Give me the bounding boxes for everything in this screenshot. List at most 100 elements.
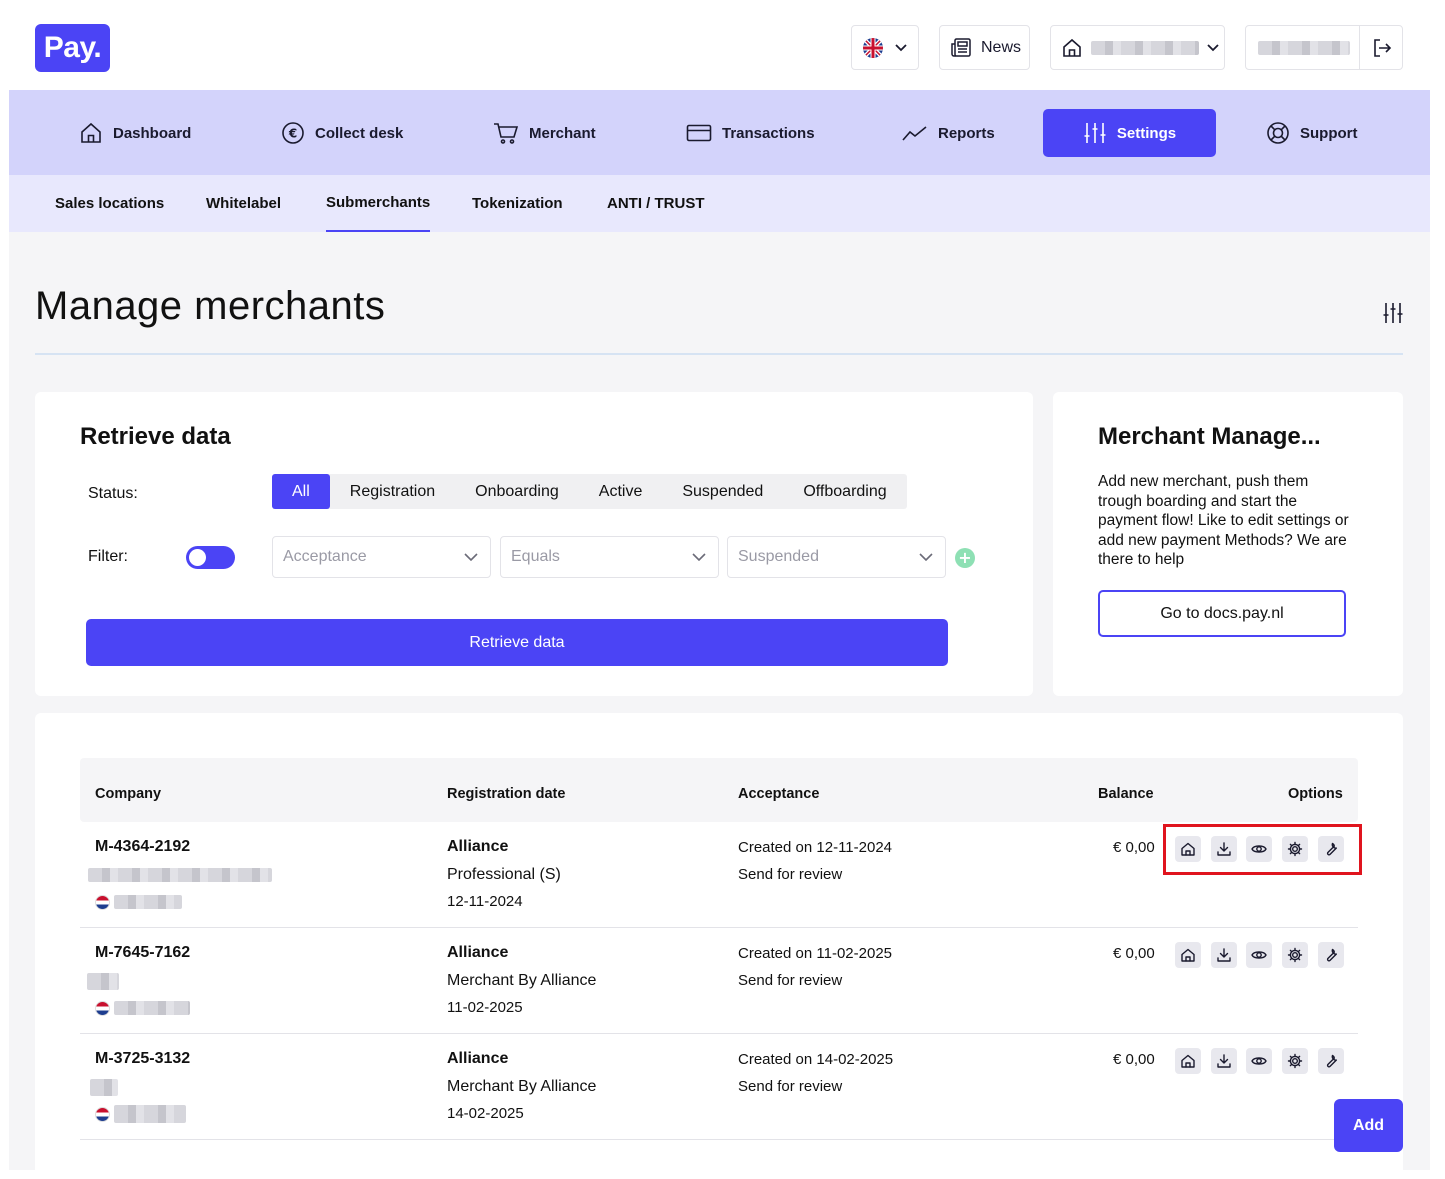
status-option-onboarding[interactable]: Onboarding bbox=[455, 474, 579, 509]
tools-button[interactable] bbox=[1318, 1048, 1344, 1074]
status-option-active[interactable]: Active bbox=[579, 474, 663, 509]
acceptance-status: Send for review bbox=[738, 972, 843, 989]
filter-operator-select[interactable]: Equals bbox=[500, 536, 719, 578]
table-header bbox=[80, 758, 1358, 822]
home-icon bbox=[1181, 1054, 1195, 1068]
column-header-balance[interactable]: Balance bbox=[1098, 786, 1154, 802]
row-divider bbox=[80, 927, 1358, 928]
settings-button[interactable] bbox=[1282, 942, 1308, 968]
filter-label: Filter: bbox=[88, 548, 128, 565]
company-name-redacted bbox=[87, 973, 119, 990]
column-header-acceptance[interactable]: Acceptance bbox=[738, 786, 819, 802]
title-divider bbox=[35, 353, 1403, 355]
settings-button[interactable] bbox=[1282, 1048, 1308, 1074]
pay-logo[interactable]: Pay. bbox=[35, 24, 110, 72]
chevron-down-icon bbox=[1207, 43, 1219, 51]
retrieve-data-button[interactable]: Retrieve data bbox=[86, 619, 948, 666]
status-option-all[interactable]: All bbox=[272, 474, 330, 509]
sub-nav: Sales locations Whitelabel Submerchants … bbox=[9, 175, 1430, 232]
add-filter-plus-icon[interactable]: + bbox=[955, 548, 975, 568]
subnav-item-submerchants[interactable]: Submerchants bbox=[326, 175, 431, 232]
nav-item-merchant[interactable]: Merchant bbox=[483, 109, 606, 157]
gear-icon bbox=[1287, 1053, 1303, 1069]
nav-item-transactions[interactable]: Transactions bbox=[676, 109, 825, 157]
nav-item-support[interactable]: Support bbox=[1256, 109, 1368, 157]
download-button[interactable] bbox=[1211, 942, 1237, 968]
registration-date: 14-02-2025 bbox=[447, 1105, 524, 1122]
download-icon bbox=[1217, 1054, 1231, 1068]
nav-item-dashboard[interactable]: Dashboard bbox=[69, 109, 201, 157]
user-account[interactable] bbox=[1245, 25, 1403, 70]
subnav-item-tokenization[interactable]: Tokenization bbox=[472, 175, 563, 232]
balance-value: € 0,00 bbox=[1113, 945, 1155, 962]
view-button[interactable] bbox=[1246, 942, 1272, 968]
column-header-options: Options bbox=[1288, 786, 1343, 802]
logout-button[interactable] bbox=[1359, 26, 1403, 69]
view-button[interactable] bbox=[1246, 1048, 1272, 1074]
chevron-down-icon bbox=[464, 553, 478, 561]
sliders-icon[interactable] bbox=[1382, 302, 1404, 324]
user-name-redacted bbox=[1258, 40, 1350, 55]
chevron-down-icon bbox=[919, 553, 933, 561]
location-selector[interactable] bbox=[1050, 25, 1225, 70]
nav-label: Dashboard bbox=[113, 124, 192, 142]
uk-flag-icon bbox=[863, 37, 883, 58]
column-header-registration-date[interactable]: Registration date bbox=[447, 786, 565, 802]
location-redacted bbox=[114, 1105, 186, 1123]
nav-item-collect-desk[interactable]: € Collect desk bbox=[271, 109, 413, 157]
package-name: Merchant By Alliance bbox=[447, 972, 597, 989]
acceptance-status: Send for review bbox=[738, 866, 843, 883]
docs-button[interactable]: Go to docs.pay.nl bbox=[1098, 590, 1346, 637]
subnav-item-whitelabel[interactable]: Whitelabel bbox=[206, 175, 281, 232]
partner-name: Alliance bbox=[447, 838, 509, 855]
options-highlight-box bbox=[1163, 824, 1362, 875]
filter-value-select[interactable]: Suspended bbox=[727, 536, 946, 578]
balance-value: € 0,00 bbox=[1113, 1051, 1155, 1068]
merchant-manage-text: Add new merchant, push them trough board… bbox=[1098, 473, 1349, 568]
nav-label: Merchant bbox=[529, 124, 596, 142]
merchant-home-button[interactable] bbox=[1175, 1048, 1201, 1074]
retrieve-data-title: Retrieve data bbox=[80, 423, 231, 450]
balance-value: € 0,00 bbox=[1113, 839, 1155, 856]
cart-icon bbox=[494, 123, 519, 144]
merchant-home-button[interactable] bbox=[1175, 942, 1201, 968]
status-option-registration[interactable]: Registration bbox=[330, 474, 455, 509]
column-header-company[interactable]: Company bbox=[95, 786, 161, 802]
download-button[interactable] bbox=[1211, 1048, 1237, 1074]
status-option-offboarding[interactable]: Offboarding bbox=[783, 474, 906, 509]
logout-icon bbox=[1373, 38, 1391, 57]
status-option-suspended[interactable]: Suspended bbox=[662, 474, 783, 509]
subnav-item-anti-trust[interactable]: ANTI / TRUST bbox=[607, 175, 705, 232]
filter-value-value: Suspended bbox=[738, 548, 819, 565]
merchant-id[interactable]: M-7645-7162 bbox=[95, 944, 190, 962]
status-label: Status: bbox=[88, 485, 138, 502]
netherlands-flag-icon bbox=[95, 895, 110, 910]
filter-toggle[interactable] bbox=[186, 546, 235, 569]
merchant-id[interactable]: M-3725-3132 bbox=[95, 1050, 190, 1068]
main-nav: Dashboard € Collect desk Merchant Transa… bbox=[9, 90, 1430, 175]
location-redacted bbox=[114, 895, 182, 909]
merchant-manage-title: Merchant Manage... bbox=[1098, 423, 1321, 450]
top-header: Pay. News bbox=[0, 0, 1445, 90]
nav-item-settings[interactable]: Settings bbox=[1043, 109, 1216, 157]
page-title: Manage merchants bbox=[35, 284, 386, 328]
language-selector[interactable] bbox=[851, 25, 919, 70]
wrench-icon bbox=[1326, 948, 1337, 962]
add-merchant-button[interactable]: Add bbox=[1334, 1099, 1403, 1152]
subnav-item-sales-locations[interactable]: Sales locations bbox=[55, 175, 164, 232]
filter-field-select[interactable]: Acceptance bbox=[272, 536, 491, 578]
nav-item-reports[interactable]: Reports bbox=[892, 109, 1005, 157]
nav-label: Reports bbox=[938, 124, 995, 142]
acceptance-created: Created on 11-02-2025 bbox=[738, 945, 892, 962]
acceptance-status: Send for review bbox=[738, 1078, 843, 1095]
sliders-icon bbox=[1084, 123, 1106, 143]
nav-label: Collect desk bbox=[315, 124, 404, 142]
merchant-id[interactable]: M-4364-2192 bbox=[95, 838, 190, 856]
nav-label: Transactions bbox=[722, 124, 815, 142]
filter-field-value: Acceptance bbox=[283, 548, 367, 565]
news-button[interactable]: News bbox=[939, 25, 1030, 70]
eye-icon bbox=[1251, 951, 1267, 959]
chevron-down-icon bbox=[895, 43, 907, 51]
netherlands-flag-icon bbox=[95, 1107, 110, 1122]
tools-button[interactable] bbox=[1318, 942, 1344, 968]
